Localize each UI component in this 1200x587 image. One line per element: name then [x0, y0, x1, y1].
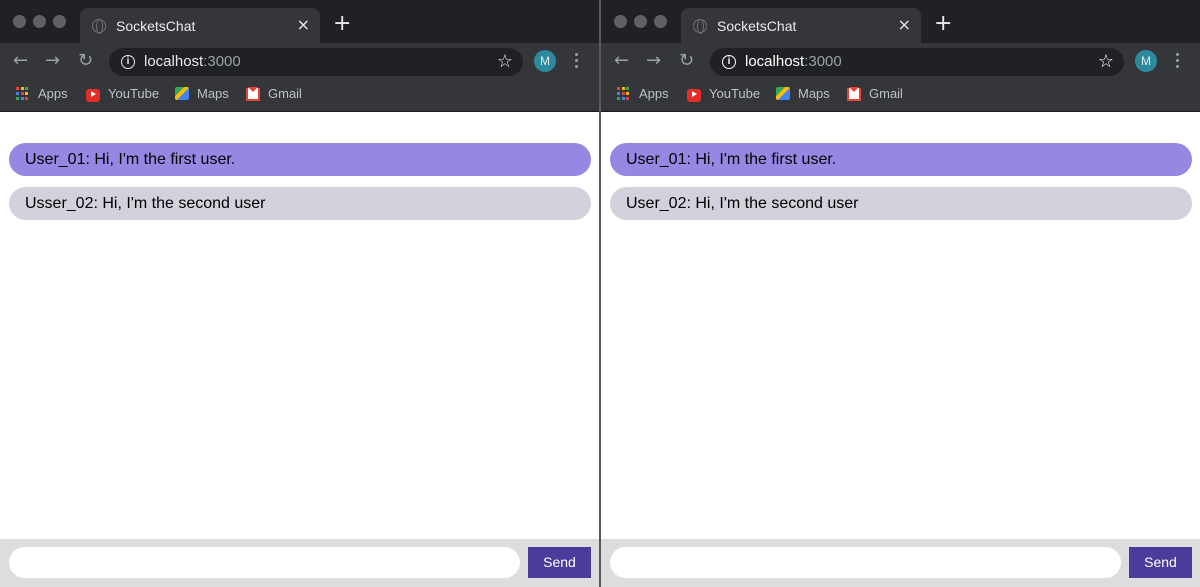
- maximize-window-button[interactable]: [654, 15, 667, 28]
- info-icon[interactable]: i: [722, 55, 736, 69]
- title-bar: SocketsChat × +: [601, 0, 1200, 43]
- globe-icon: [693, 19, 707, 34]
- gmail-icon: [847, 87, 861, 101]
- bookmarks-bar: Apps YouTube Maps Gmail: [601, 80, 1200, 112]
- close-window-button[interactable]: [13, 15, 26, 28]
- browser-toolbar: ← → ↻ i localhost:3000 ☆ M: [0, 43, 599, 80]
- chat-messages: User_01: Hi, I'm the first user. Usser_0…: [0, 113, 599, 539]
- bookmark-label: Gmail: [268, 86, 302, 101]
- bookmark-label: Maps: [798, 86, 830, 101]
- star-icon[interactable]: ☆: [1098, 50, 1114, 74]
- back-arrow-icon[interactable]: ←: [13, 49, 28, 73]
- youtube-icon: [687, 89, 701, 102]
- browser-tab[interactable]: SocketsChat ×: [681, 8, 921, 43]
- reload-icon[interactable]: ↻: [679, 49, 694, 73]
- kebab-menu-icon[interactable]: [571, 50, 581, 72]
- message-input[interactable]: [9, 547, 520, 578]
- browser-tab[interactable]: SocketsChat ×: [80, 8, 320, 43]
- chat-message: Usser_02: Hi, I'm the second user: [9, 187, 591, 220]
- url-host: localhost: [745, 53, 805, 70]
- chat-message: User_01: Hi, I'm the first user.: [610, 143, 1192, 176]
- kebab-menu-icon[interactable]: [1172, 50, 1182, 72]
- url-text: localhost:3000: [144, 53, 241, 70]
- maximize-window-button[interactable]: [53, 15, 66, 28]
- address-bar[interactable]: i localhost:3000 ☆: [710, 48, 1124, 76]
- chat-message: User_02: Hi, I'm the second user: [610, 187, 1192, 220]
- send-button[interactable]: Send: [1129, 547, 1192, 578]
- bookmark-label: YouTube: [709, 86, 761, 101]
- minimize-window-button[interactable]: [33, 15, 46, 28]
- chat-composer: Send: [601, 539, 1200, 587]
- url-text: localhost:3000: [745, 53, 842, 70]
- back-arrow-icon[interactable]: ←: [614, 49, 629, 73]
- close-icon[interactable]: ×: [898, 16, 911, 34]
- reload-icon[interactable]: ↻: [78, 49, 93, 73]
- close-window-button[interactable]: [614, 15, 627, 28]
- minimize-window-button[interactable]: [634, 15, 647, 28]
- youtube-icon: [86, 89, 100, 102]
- star-icon[interactable]: ☆: [497, 50, 513, 74]
- bookmarks-bar: Apps YouTube Maps Gmail: [0, 80, 599, 112]
- forward-arrow-icon[interactable]: →: [45, 49, 60, 73]
- desktop: SocketsChat × + ← → ↻ i localhost:3000 ☆…: [0, 0, 1200, 587]
- plus-icon[interactable]: +: [934, 13, 952, 35]
- chat-message: User_01: Hi, I'm the first user.: [9, 143, 591, 176]
- info-icon[interactable]: i: [121, 55, 135, 69]
- globe-icon: [92, 19, 106, 34]
- chat-composer: Send: [0, 539, 599, 587]
- avatar[interactable]: M: [534, 50, 556, 72]
- maps-icon: [175, 87, 189, 100]
- url-port: :3000: [804, 53, 842, 70]
- tab-title: SocketsChat: [717, 18, 797, 34]
- bookmark-label: Apps: [38, 86, 68, 101]
- forward-arrow-icon[interactable]: →: [646, 49, 661, 73]
- chat-messages: User_01: Hi, I'm the first user. User_02…: [601, 113, 1200, 539]
- bookmark-label: Maps: [197, 86, 229, 101]
- url-port: :3000: [203, 53, 241, 70]
- title-bar: SocketsChat × +: [0, 0, 599, 43]
- tab-title: SocketsChat: [116, 18, 196, 34]
- apps-grid-icon: [16, 87, 30, 100]
- avatar[interactable]: M: [1135, 50, 1157, 72]
- address-bar[interactable]: i localhost:3000 ☆: [109, 48, 523, 76]
- maps-icon: [776, 87, 790, 100]
- url-host: localhost: [144, 53, 204, 70]
- close-icon[interactable]: ×: [297, 16, 310, 34]
- bookmark-label: YouTube: [108, 86, 160, 101]
- browser-window-right: SocketsChat × + ← → ↻ i localhost:3000 ☆…: [601, 0, 1200, 587]
- gmail-icon: [246, 87, 260, 101]
- message-input[interactable]: [610, 547, 1121, 578]
- apps-grid-icon: [617, 87, 631, 100]
- bookmark-label: Apps: [639, 86, 669, 101]
- plus-icon[interactable]: +: [333, 13, 351, 35]
- browser-window-left: SocketsChat × + ← → ↻ i localhost:3000 ☆…: [0, 0, 599, 587]
- bookmark-label: Gmail: [869, 86, 903, 101]
- browser-toolbar: ← → ↻ i localhost:3000 ☆ M: [601, 43, 1200, 80]
- send-button[interactable]: Send: [528, 547, 591, 578]
